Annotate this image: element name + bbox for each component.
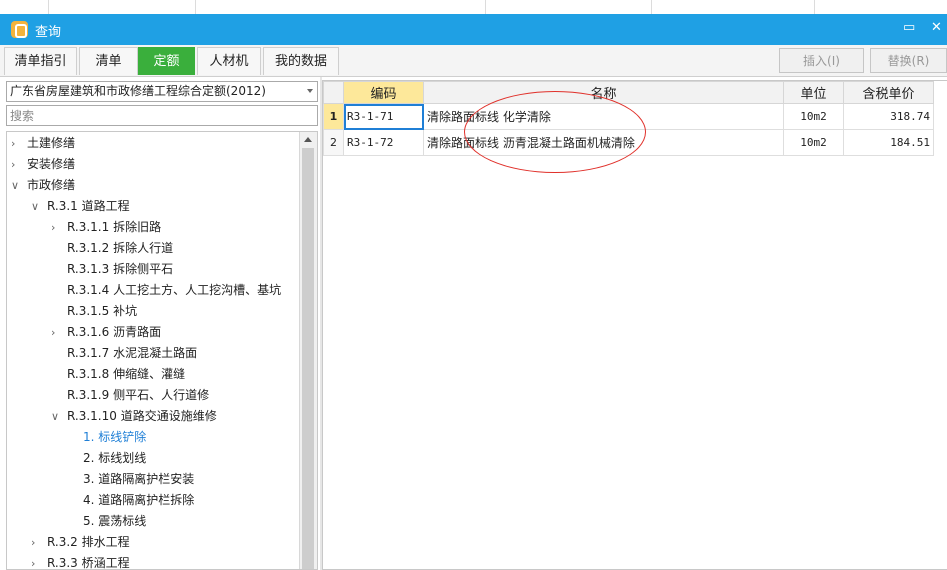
chevron-down-icon[interactable]: ∨ — [11, 175, 25, 196]
cell-name[interactable]: 清除路面标线 沥青混凝土路面机械清除 — [423, 129, 784, 156]
background-cell — [48, 0, 196, 14]
table-header-row: 编码 名称 单位 含税单价 — [323, 81, 934, 104]
cell-code[interactable]: R3-1-71 — [343, 103, 424, 130]
tree-node-label: R.3.1.9 侧平石、人行道修 — [67, 388, 210, 402]
tree-node-label: R.3.1.10 道路交通设施维修 — [67, 409, 217, 423]
dropdown-value: 广东省房屋建筑和市政修缮工程综合定额(2012) — [10, 84, 266, 98]
cell-price[interactable]: 318.74 — [843, 103, 934, 130]
maximize-icon[interactable]: ▭ — [903, 20, 915, 35]
tree-node-label: R.3.1.2 拆除人行道 — [67, 241, 174, 255]
tab-my-data[interactable]: 我的数据 — [263, 47, 339, 75]
tree-node-label: R.3.2 排水工程 — [47, 535, 130, 549]
left-panel: 广东省房屋建筑和市政修缮工程综合定额(2012) ›土建修缮›安装修缮∨市政修缮… — [0, 77, 320, 570]
column-header-code[interactable]: 编码 — [343, 81, 424, 104]
background-cell — [814, 0, 947, 14]
tree-node-label: R.3.1.4 人工挖土方、人工挖沟槽、基坑 — [67, 283, 282, 297]
scrollbar-thumb[interactable] — [302, 148, 314, 569]
tab-bar: 清单指引 清单 定额 人材机 我的数据 插入(I) 替换(R) — [0, 45, 947, 77]
quota-library-dropdown[interactable]: 广东省房屋建筑和市政修缮工程综合定额(2012) — [6, 81, 318, 102]
tree-node-label: R.3.1.5 补坑 — [67, 304, 138, 318]
chevron-down-icon[interactable] — [307, 89, 313, 93]
tree-node-label: R.3.1.1 拆除旧路 — [67, 220, 162, 234]
tree-node-label: R.3.1.8 伸缩缝、灌缝 — [67, 367, 186, 381]
quota-tree: › 土建修缮 › 安装修缮 ∨ 市政修缮 ∨ R.3.1 道路工程 › R.3.1.1 拆除旧路 R… — [6, 131, 318, 570]
tab-bill-guide[interactable]: 清单指引 — [4, 47, 77, 75]
row-number: 1 — [323, 103, 344, 130]
chevron-down-icon[interactable]: ∨ — [51, 406, 65, 427]
chevron-right-icon[interactable]: › — [51, 322, 65, 343]
quota-table: 编码 名称 单位 含税单价 1 R3-1-71 清除路面标线 化学清除 10m2… — [323, 81, 934, 156]
chevron-right-icon[interactable]: › — [51, 217, 65, 238]
insert-button[interactable]: 插入(I) — [779, 48, 864, 73]
tree-node-label: 2. 标线划线 — [83, 451, 147, 465]
tree-node-label: R.3.3 桥涵工程 — [47, 556, 130, 570]
tree-node-label: R.3.1.7 水泥混凝土路面 — [67, 346, 198, 360]
tree-node-label: 市政修缮 — [27, 178, 76, 192]
dialog-title: 查询 — [35, 25, 62, 40]
column-header-name[interactable]: 名称 — [423, 81, 784, 104]
quota-list-panel: 编码 名称 单位 含税单价 1 R3-1-71 清除路面标线 化学清除 10m2… — [322, 80, 947, 570]
background-cell — [485, 0, 652, 14]
tree-node-label: R.3.1.3 拆除侧平石 — [67, 262, 174, 276]
row-number: 2 — [323, 129, 344, 156]
tree-node-label: R.3.1 道路工程 — [47, 199, 130, 213]
chevron-right-icon[interactable]: › — [11, 154, 25, 175]
chevron-right-icon[interactable]: › — [31, 532, 45, 553]
tree-node-label: R.3.1.6 沥青路面 — [67, 325, 162, 339]
background-spreadsheet-strip — [0, 0, 947, 15]
scroll-up-arrow-icon[interactable] — [304, 137, 312, 142]
tree-node-label: 5. 震荡标线 — [83, 514, 147, 528]
cell-name[interactable]: 清除路面标线 化学清除 — [423, 103, 784, 130]
close-icon[interactable]: ✕ — [931, 20, 942, 35]
search-input[interactable] — [6, 105, 318, 126]
background-cell — [651, 0, 815, 14]
cell-unit[interactable]: 10m2 — [783, 129, 844, 156]
chevron-right-icon[interactable]: › — [31, 553, 45, 569]
replace-button[interactable]: 替换(R) — [870, 48, 947, 73]
tab-bill[interactable]: 清单 — [79, 47, 138, 75]
column-header-price[interactable]: 含税单价 — [843, 81, 934, 104]
tree-node-label: 土建修缮 — [27, 136, 76, 150]
tree-node-label: 4. 道路隔离护栏拆除 — [83, 493, 195, 507]
table-row[interactable]: 1 R3-1-71 清除路面标线 化学清除 10m2 318.74 — [323, 103, 934, 130]
column-header-unit[interactable]: 单位 — [783, 81, 844, 104]
background-cell — [195, 0, 486, 14]
app-logo-icon — [11, 21, 28, 38]
chevron-down-icon[interactable]: ∨ — [31, 196, 45, 217]
cell-unit[interactable]: 10m2 — [783, 103, 844, 130]
table-row[interactable]: 2 R3-1-72 清除路面标线 沥青混凝土路面机械清除 10m2 184.51 — [323, 129, 934, 156]
cell-code[interactable]: R3-1-72 — [343, 129, 424, 156]
column-header-rownum — [323, 81, 344, 104]
tab-labor-material-machine[interactable]: 人材机 — [197, 47, 261, 75]
chevron-right-icon[interactable]: › — [11, 133, 25, 154]
tree-node-label: 3. 道路隔离护栏安装 — [83, 472, 195, 486]
tab-quota[interactable]: 定额 — [138, 47, 195, 75]
cell-price[interactable]: 184.51 — [843, 129, 934, 156]
tree-scrollbar[interactable] — [299, 132, 317, 569]
tree-node-label: 1. 标线铲除 — [83, 430, 147, 444]
dialog-titlebar[interactable]: 查询 ▭ ✕ — [0, 14, 947, 45]
tree-node-label: 安装修缮 — [27, 157, 76, 171]
background-cell — [0, 0, 49, 14]
